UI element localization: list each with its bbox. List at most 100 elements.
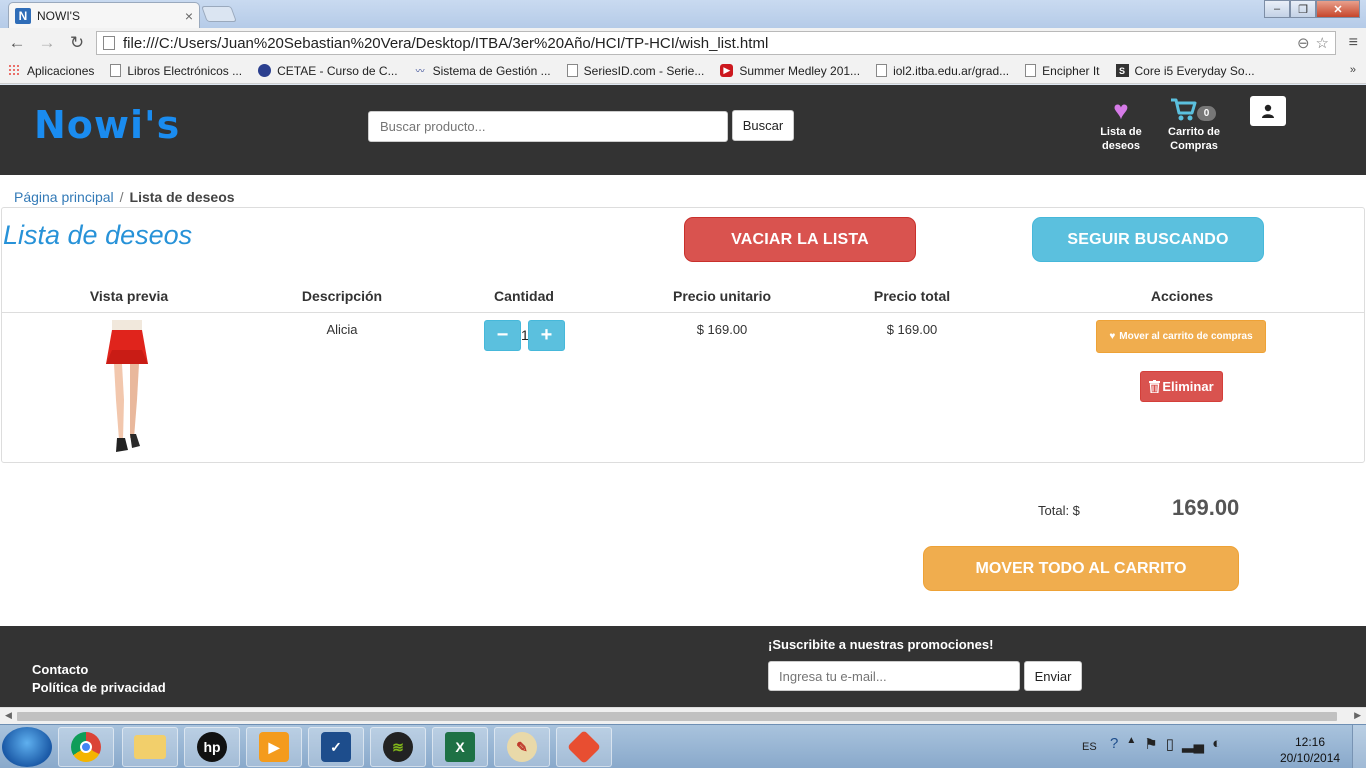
file-icon [566, 64, 578, 77]
file-icon [110, 64, 122, 77]
user-account-button[interactable] [1250, 96, 1286, 126]
item-description: Alicia [326, 322, 358, 337]
scroll-right-icon[interactable]: ▶ [1354, 710, 1361, 721]
site-footer: Contacto Política de privacidad ¡Suscrib… [0, 626, 1366, 707]
address-bar[interactable]: file:///C:/Users/Juan%20Sebastian%20Vera… [96, 31, 1336, 55]
bookmark-label: SeriesID.com - Serie... [583, 63, 705, 78]
continue-shopping-button[interactable]: SEGUIR BUSCANDO [1032, 217, 1264, 262]
bookmark-item[interactable]: ▶ Summer Medley 201... [720, 64, 860, 78]
search-button[interactable]: Buscar [732, 110, 794, 141]
zoom-icon[interactable]: ⊖ [1297, 34, 1310, 52]
bookmark-star-icon[interactable]: ☆ [1316, 34, 1329, 52]
search-input[interactable] [368, 111, 728, 142]
delete-item-button[interactable]: Eliminar [1140, 371, 1223, 402]
s-icon: S [1115, 64, 1129, 77]
git-icon [567, 730, 601, 764]
clock-date: 20/10/2014 [1280, 751, 1341, 765]
system-tray: ? ▲ ⚑ ▯ ▂▄ ◐ [1110, 735, 1221, 753]
tab-close-icon[interactable]: × [185, 8, 193, 24]
item-total-price: $ 169.00 [886, 322, 938, 337]
excel-icon: X [445, 732, 475, 762]
bookmark-item[interactable]: 〰 Sistema de Gestión ... [414, 64, 551, 78]
taskbar-clock[interactable]: 12:16 20/10/2014 [1280, 734, 1340, 766]
bookmark-item[interactable]: iol2.itba.edu.ar/grad... [876, 64, 1009, 78]
file-icon [876, 64, 888, 77]
volume-icon[interactable]: ◐ [1212, 735, 1221, 753]
taskbar-excel[interactable]: X [432, 727, 488, 767]
windows-taskbar: hp ▶ ✓ ≋ X ✎ ES ? ▲ ⚑ ▯ ▂▄ ◐ 12:16 20/10… [0, 724, 1366, 768]
spotify-icon: ≋ [383, 732, 413, 762]
empty-list-button[interactable]: VACIAR LA LISTA [684, 217, 916, 262]
footer-contact-link[interactable]: Contacto [32, 662, 88, 677]
browser-menu-icon[interactable]: ≡ [1349, 34, 1358, 52]
product-image[interactable] [102, 320, 154, 454]
taskbar-explorer[interactable] [122, 727, 178, 767]
network-icon[interactable]: ▂▄ [1182, 735, 1204, 753]
bookmark-item[interactable]: Aplicaciones [8, 64, 94, 78]
taskbar-app-check[interactable]: ✓ [308, 727, 364, 767]
battery-icon[interactable]: ▯ [1166, 735, 1174, 753]
language-indicator[interactable]: ES [1082, 741, 1097, 753]
check-icon: ✓ [321, 732, 351, 762]
column-header-preview: Vista previa [89, 288, 169, 304]
taskbar-hp[interactable]: hp [184, 727, 240, 767]
cart-icon-wrap: 0 [1166, 95, 1222, 125]
plus-icon: + [540, 324, 553, 346]
bookmark-item[interactable]: S Core i5 Everyday So... [1115, 64, 1255, 78]
forward-icon[interactable]: → [34, 30, 60, 56]
bookmarks-overflow-icon[interactable]: » [1350, 64, 1356, 76]
chrome-icon [71, 732, 101, 762]
back-icon[interactable]: ← [4, 30, 30, 56]
item-unit-price: $ 169.00 [696, 322, 748, 337]
minimize-button[interactable]: – [1264, 0, 1290, 18]
bookmark-item[interactable]: Encipher It [1025, 64, 1100, 78]
newsletter-send-button[interactable]: Enviar [1024, 661, 1082, 691]
scrollbar-thumb[interactable] [17, 712, 1337, 721]
scroll-left-icon[interactable]: ◀ [5, 710, 12, 721]
wishlist-panel: Lista de deseos VACIAR LA LISTA SEGUIR B… [1, 207, 1365, 463]
breadcrumb-home-link[interactable]: Página principal [14, 189, 114, 205]
cart-label: Carrito de Compras [1168, 126, 1220, 152]
bookmark-item[interactable]: SeriesID.com - Serie... [566, 63, 705, 78]
header-cart-link[interactable]: 0 Carrito de Compras [1166, 95, 1222, 153]
move-all-to-cart-button[interactable]: MOVER TODO AL CARRITO [923, 546, 1239, 591]
shopping-cart-icon [1171, 98, 1197, 121]
taskbar-paint[interactable]: ✎ [494, 727, 550, 767]
table-divider [2, 312, 1364, 313]
page-content: Nowi's Buscar ♥ Lista de deseos 0 Carrit… [0, 85, 1366, 707]
tray-expand-icon[interactable]: ▲ [1126, 735, 1136, 753]
footer-privacy-link[interactable]: Política de privacidad [32, 680, 166, 695]
start-button[interactable] [2, 727, 52, 767]
reload-icon[interactable]: ↻ [64, 30, 90, 56]
bookmark-item[interactable]: CETAE - Curso de C... [258, 64, 398, 78]
user-icon [1262, 104, 1274, 118]
globe-icon [258, 64, 272, 77]
site-logo[interactable]: Nowi's [34, 103, 180, 147]
browser-titlebar: N NOWI'S × – ❐ ✕ [0, 0, 1366, 28]
new-tab-button[interactable] [201, 6, 237, 22]
bookmark-label: Summer Medley 201... [739, 63, 861, 78]
close-window-button[interactable]: ✕ [1316, 0, 1360, 18]
newsletter-email-input[interactable] [768, 661, 1020, 691]
move-to-cart-button[interactable]: ♥ Mover al carrito de compras [1096, 320, 1266, 353]
increase-quantity-button[interactable]: + [528, 320, 565, 351]
bookmark-item[interactable]: Libros Electrónicos ... [110, 64, 242, 78]
flag-icon[interactable]: ⚑ [1144, 735, 1157, 753]
media-player-icon: ▶ [259, 732, 289, 762]
breadcrumb: Página principal / Lista de deseos [14, 189, 235, 205]
show-desktop-button[interactable] [1352, 725, 1366, 768]
taskbar-chrome[interactable] [58, 727, 114, 767]
browser-tab[interactable]: N NOWI'S × [8, 2, 200, 28]
horizontal-scrollbar[interactable]: ◀ ▶ [0, 707, 1366, 724]
maximize-button[interactable]: ❐ [1290, 0, 1316, 18]
taskbar-spotify[interactable]: ≋ [370, 727, 426, 767]
decrease-quantity-button[interactable]: − [484, 320, 521, 351]
help-warning-icon[interactable]: ? [1110, 735, 1118, 753]
taskbar-media-player[interactable]: ▶ [246, 727, 302, 767]
bookmark-label: Libros Electrónicos ... [127, 63, 243, 78]
header-wishlist-link[interactable]: ♥ Lista de deseos [1096, 95, 1146, 153]
heart-icon: ♥ [1113, 95, 1129, 125]
minus-icon: − [496, 324, 509, 346]
taskbar-git[interactable] [556, 727, 612, 767]
move-to-cart-label: Mover al carrito de compras [1119, 331, 1253, 342]
